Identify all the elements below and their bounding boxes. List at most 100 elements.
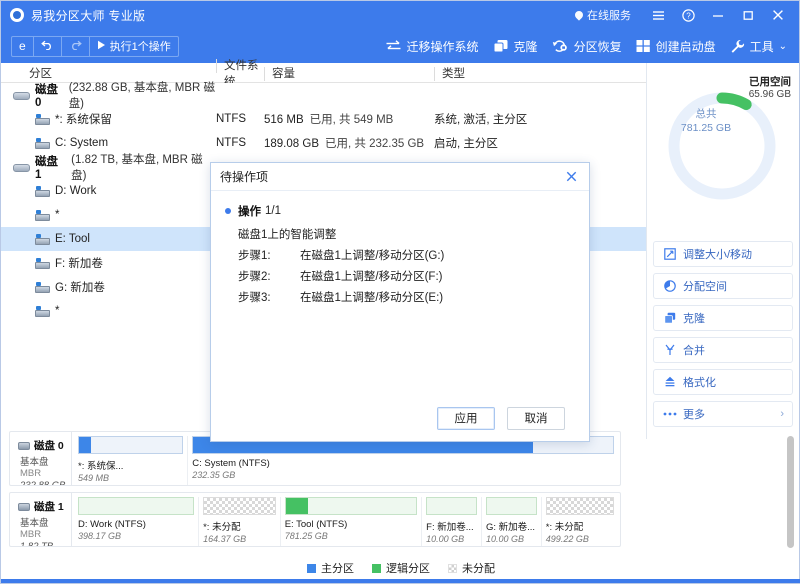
help-circle-icon[interactable]: ?	[673, 2, 703, 28]
side-action-label: 调整大小/移动	[683, 246, 752, 262]
partition-name-cell: C: System	[1, 137, 216, 149]
disk-map-scrollbar[interactable]	[787, 431, 794, 559]
donut-center-text: 总共 781.25 GB	[647, 63, 765, 181]
side-action-label: 更多	[683, 406, 705, 422]
format-icon	[662, 376, 677, 388]
disk-map-name: 磁盘 0	[34, 438, 64, 453]
side-action-label: 克隆	[683, 310, 705, 326]
side-action-more-dots[interactable]: 更多 ›	[653, 401, 793, 427]
partition-bar	[546, 497, 614, 515]
partition-icon	[35, 234, 49, 245]
partition-name-cell: F: 新加卷	[1, 255, 216, 271]
partition-bar	[426, 497, 477, 515]
filesystem-cell: NTFS	[216, 137, 264, 149]
execute-operations-button[interactable]: 执行1个操作	[90, 37, 178, 56]
maximize-icon[interactable]	[733, 2, 763, 28]
disk-name: 磁盘 0	[35, 81, 65, 109]
disk-map-partition[interactable]: D: Work (NTFS)398.17 GB	[74, 497, 199, 546]
partition-name-cell: *: 系统保留	[1, 111, 216, 127]
capacity-used: 516 MB	[264, 114, 304, 126]
legend-item: 逻辑分区	[372, 560, 430, 576]
undo-button[interactable]	[34, 37, 62, 56]
disk-map-partition[interactable]: *: 系统保...549 MB	[74, 436, 188, 485]
dialog-close-icon[interactable]	[562, 168, 580, 186]
disk-map-type: 基本盘	[20, 457, 49, 468]
chevron-right-icon: ›	[780, 408, 784, 420]
operation-step: 步骤2:在磁盘1上调整/移动分区(F:)	[238, 268, 589, 284]
refresh-button[interactable]: e	[12, 37, 34, 56]
partition-icon	[35, 114, 49, 125]
disk-map-partition[interactable]: E: Tool (NTFS)781.25 GB	[281, 497, 422, 546]
side-action-allocate-space[interactable]: 分配空间	[653, 273, 793, 299]
hamburger-menu-icon[interactable]	[643, 2, 673, 28]
legend-label: 未分配	[462, 560, 495, 576]
tools-button[interactable]: 工具 ⌄	[730, 38, 787, 55]
disk-detail: (1.82 TB, 基本盘, MBR 磁盘)	[71, 151, 216, 183]
side-action-resize-move[interactable]: 调整大小/移动	[653, 241, 793, 267]
partition-icon	[35, 138, 49, 149]
side-action-clone[interactable]: 克隆	[653, 305, 793, 331]
partition-name-label: E: Tool	[55, 233, 90, 245]
clone-button[interactable]: 克隆	[493, 38, 538, 55]
partition-bar-size: 398.17 GB	[78, 531, 194, 541]
redo-button[interactable]	[62, 37, 90, 56]
partition-icon	[35, 258, 49, 269]
partition-bar	[486, 497, 537, 515]
disk-map-partition[interactable]: G: 新加卷...10.00 GB	[482, 497, 542, 546]
partition-name-label: D: Work	[55, 185, 96, 197]
capacity-used: 189.08 GB	[264, 138, 319, 150]
partition-name-cell: G: 新加卷	[1, 279, 216, 295]
disk-map-type: 基本盘	[20, 518, 49, 529]
side-action-label: 格式化	[683, 374, 716, 390]
partition-name-label: C: System	[55, 137, 108, 149]
partition-bar-label: *: 系统保...	[78, 458, 183, 472]
partition-bar-label: G: 新加卷...	[486, 519, 537, 533]
disk-map-area: 磁盘 0基本盘 MBR232.88 GB*: 系统保...549 MBC: Sy…	[9, 431, 621, 553]
partition-bar	[285, 497, 417, 515]
total-space-value: 781.25 GB	[681, 122, 731, 136]
create-boot-disk-button[interactable]: 创建启动盘	[636, 38, 716, 55]
partition-name-label: G: 新加卷	[55, 279, 105, 295]
partition-icon	[35, 186, 49, 197]
partition-recovery-button[interactable]: 分区恢复	[552, 38, 622, 55]
undo-arrow-icon	[41, 39, 54, 53]
bottom-accent-bar	[1, 579, 800, 583]
cancel-button[interactable]: 取消	[507, 407, 565, 430]
side-action-merge[interactable]: 合并	[653, 337, 793, 363]
partition-bar	[203, 497, 276, 515]
resize-move-icon	[662, 248, 677, 260]
redo-arrow-icon	[69, 39, 82, 53]
partition-name-label: *: 系统保留	[55, 111, 112, 127]
partition-name-cell: D: Work	[1, 185, 216, 197]
window-title: 易我分区大师 专业版	[31, 7, 145, 24]
online-service-icon	[573, 9, 584, 20]
disk-map-partition[interactable]: C: System (NTFS)232.35 GB	[188, 436, 618, 485]
legend-label: 主分区	[321, 560, 354, 576]
partition-bar-size: 164.37 GB	[203, 534, 276, 544]
partition-bar-label: C: System (NTFS)	[192, 458, 614, 469]
disk-map-partition[interactable]: *: 未分配164.37 GB	[199, 497, 281, 546]
close-icon[interactable]	[763, 2, 793, 28]
disk-name: 磁盘 1	[35, 153, 67, 181]
partition-name-cell: 磁盘 0(232.88 GB, 基本盘, MBR 磁盘)	[1, 79, 216, 111]
minimize-icon[interactable]	[703, 2, 733, 28]
migrate-os-button[interactable]: 迁移操作系统	[385, 38, 479, 55]
disk-map[interactable]: 磁盘 1基本盘 MBR1.82 TBD: Work (NTFS)398.17 G…	[9, 492, 621, 547]
apply-button[interactable]: 应用	[437, 407, 495, 430]
operation-heading: 操作 1/1	[225, 203, 589, 219]
disk-map-partition[interactable]: *: 未分配499.22 GB	[542, 497, 618, 546]
dialog-footer: 应用 取消	[211, 395, 589, 441]
scrollbar-thumb[interactable]	[787, 436, 794, 548]
operation-summary: 磁盘1上的智能调整	[238, 226, 589, 242]
partition-used-fill	[79, 437, 91, 453]
total-space-title: 总共	[696, 108, 717, 122]
tools-wrench-icon	[730, 39, 745, 53]
more-dots-icon	[662, 411, 677, 417]
disk-map-partition[interactable]: F: 新加卷...10.00 GB	[422, 497, 482, 546]
online-service-button[interactable]: 在线服务	[575, 7, 631, 23]
play-triangle-icon	[97, 40, 106, 53]
partition-name-cell: 磁盘 1(1.82 TB, 基本盘, MBR 磁盘)	[1, 151, 216, 183]
side-action-format[interactable]: 格式化	[653, 369, 793, 395]
right-side-panel: 已用空间 65.96 GB 总共 781.25 GB 调整大小/移动分配空间克隆…	[646, 63, 799, 439]
create-boot-disk-label: 创建启动盘	[656, 38, 716, 55]
